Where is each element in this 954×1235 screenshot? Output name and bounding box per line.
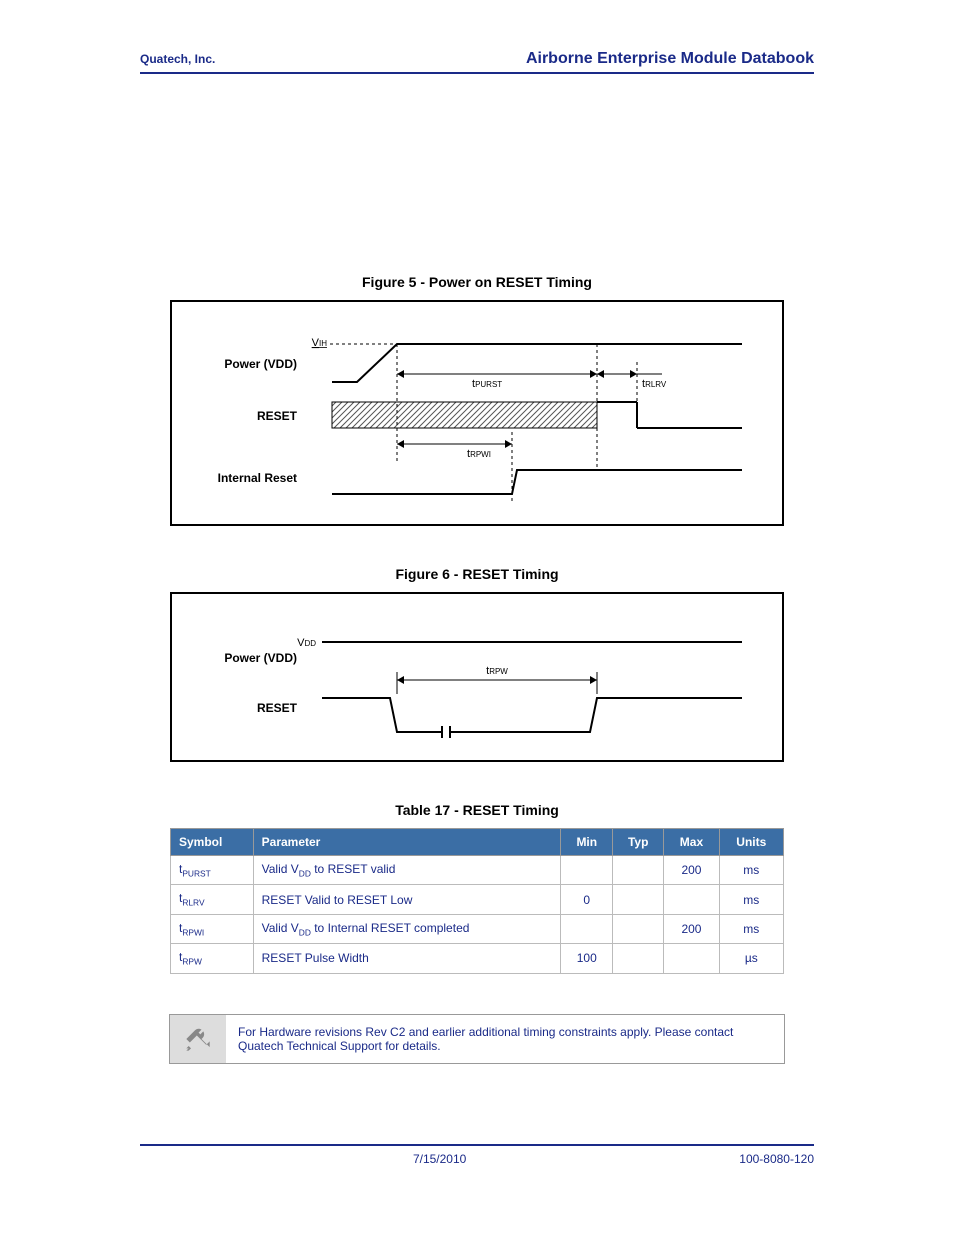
svg-text:Internal Reset: Internal Reset: [218, 471, 297, 485]
doc-title: Airborne Enterprise Module Databook: [526, 50, 814, 68]
svg-text:RESET: RESET: [257, 409, 298, 423]
page-footer: 7/15/2010 100-8080-120: [140, 1144, 814, 1166]
note-text: For Hardware revisions Rev C2 and earlie…: [226, 1015, 784, 1063]
figure5-caption: Figure 5 - Power on RESET Timing: [140, 274, 814, 290]
table-header: Typ: [613, 829, 664, 856]
svg-text:RESET: RESET: [257, 701, 298, 715]
svg-text:VIH: VIH: [312, 337, 328, 349]
reset-timing-table: SymbolParameterMinTypMaxUnits tPURSTVali…: [170, 828, 784, 974]
svg-text:tPURST: tPURST: [472, 378, 502, 390]
footer-docnum: 100-8080-120: [739, 1152, 814, 1166]
table-header: Max: [664, 829, 719, 856]
svg-text:tRPWI: tRPWI: [467, 448, 491, 460]
svg-text:VDD: VDD: [297, 637, 316, 649]
svg-text:tRPW: tRPW: [486, 665, 508, 677]
page-header: Quatech, Inc. Airborne Enterprise Module…: [140, 50, 814, 74]
table-header: Units: [719, 829, 783, 856]
figure6-diagram: VDD Power (VDD) tRPW RESET: [170, 592, 784, 762]
table-row: tRPWIValid VDD to Internal RESET complet…: [171, 914, 784, 943]
table17-caption: Table 17 - RESET Timing: [140, 802, 814, 818]
figure6-caption: Figure 6 - RESET Timing: [140, 566, 814, 582]
svg-text:Power (VDD): Power (VDD): [224, 651, 297, 665]
table-header: Parameter: [253, 829, 561, 856]
table-header: Min: [561, 829, 613, 856]
table-row: tRLRVRESET Valid to RESET Low0ms: [171, 885, 784, 914]
note-box: For Hardware revisions Rev C2 and earlie…: [169, 1014, 785, 1064]
table-row: tRPWRESET Pulse Width100µs: [171, 944, 784, 973]
table-header: Symbol: [171, 829, 254, 856]
company-name: Quatech, Inc.: [140, 52, 215, 66]
footer-date: 7/15/2010: [140, 1152, 739, 1166]
svg-text:Power (VDD): Power (VDD): [224, 357, 297, 371]
figure5-diagram: VIH Power (VDD) tPURST tRLRV RESET: [170, 300, 784, 526]
tools-icon: [170, 1015, 226, 1063]
table-row: tPURSTValid VDD to RESET valid200ms: [171, 856, 784, 885]
svg-text:tRLRV: tRLRV: [642, 378, 667, 390]
